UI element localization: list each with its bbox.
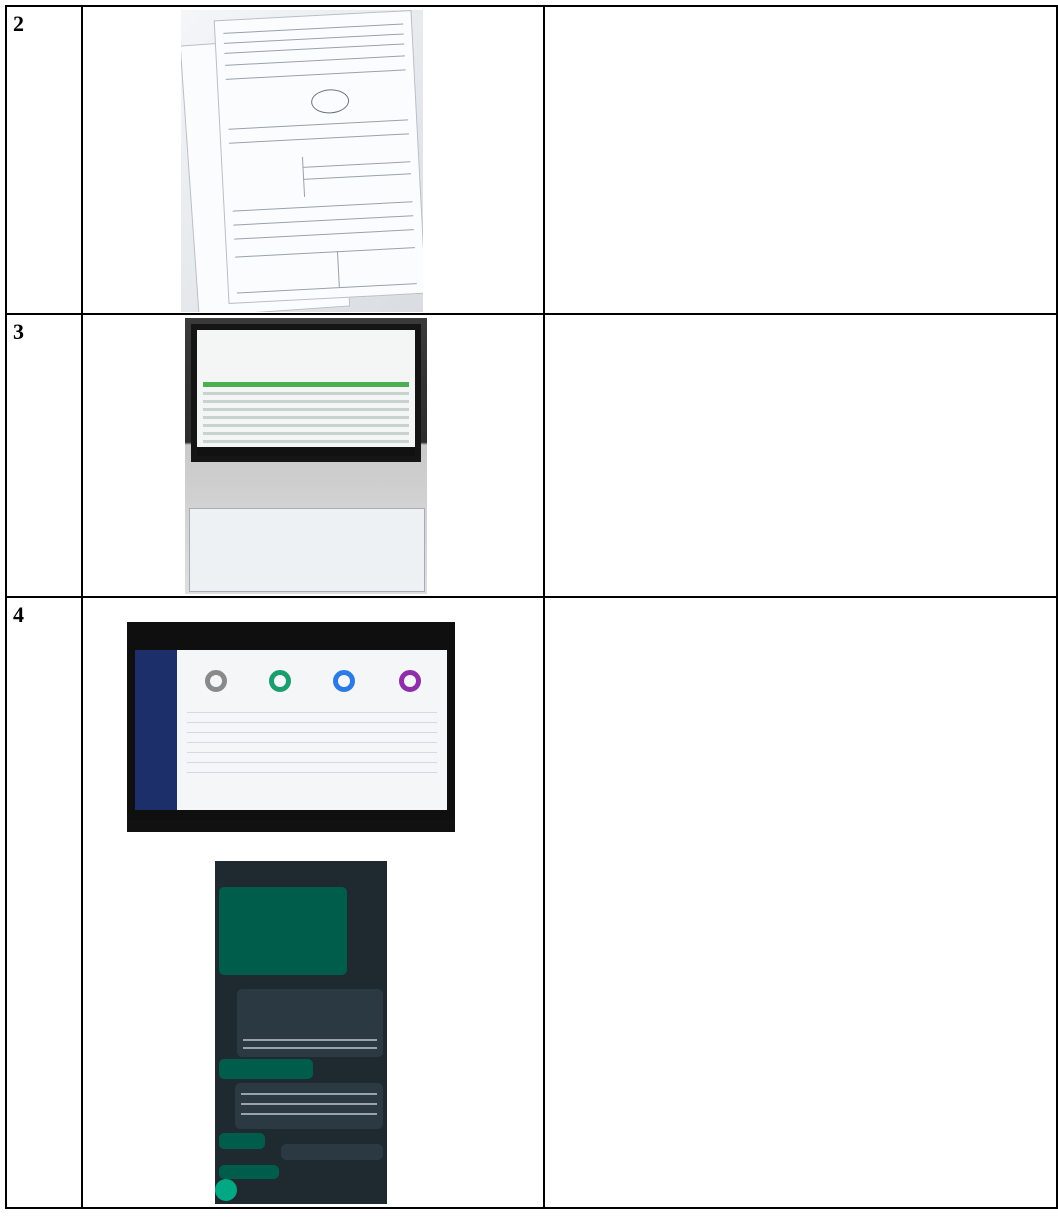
table-row: 3: [5, 313, 1058, 598]
notes-cell: [543, 5, 1058, 315]
photo-paper-forms: [181, 10, 423, 312]
notes-cell: [543, 313, 1058, 598]
photo-cell: [81, 596, 545, 1209]
photo-cell: [81, 5, 545, 315]
table-row: 2: [5, 5, 1058, 315]
row-number: 3: [5, 313, 83, 598]
evidence-table: 2 3 4: [5, 5, 1058, 1209]
photo-phone-chat: [215, 861, 387, 1204]
photo-monitor-spreadsheet: [185, 318, 427, 594]
notes-cell: [543, 596, 1058, 1209]
table-row: 4: [5, 596, 1058, 1209]
photo-cell: [81, 313, 545, 598]
photo-monitor-dashboard: [127, 622, 455, 832]
row-number: 4: [5, 596, 83, 1209]
row-number: 2: [5, 5, 83, 315]
